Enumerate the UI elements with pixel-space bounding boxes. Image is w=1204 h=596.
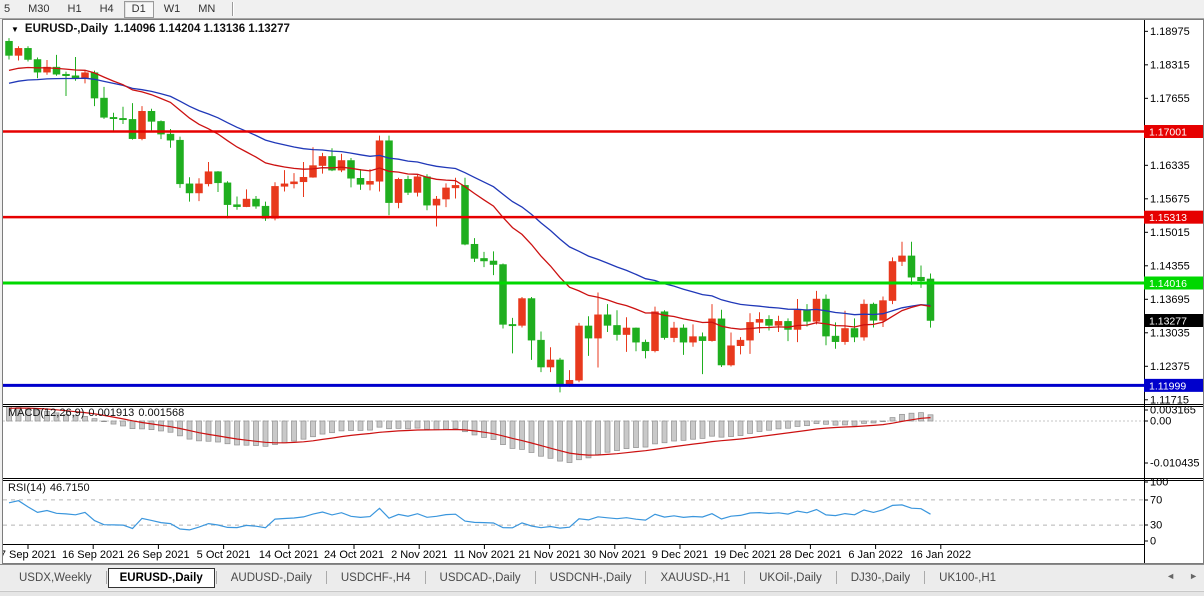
svg-text:14 Oct 2021: 14 Oct 2021 — [259, 549, 319, 561]
svg-text:24 Oct 2021: 24 Oct 2021 — [324, 549, 384, 561]
chart-tab-dj30-daily[interactable]: DJ30-,Daily — [838, 569, 923, 587]
chart-tab-xauusd-h1[interactable]: XAUUSD-,H1 — [647, 569, 743, 587]
rsi-indicator-label: RSI(14) 46.7150 — [8, 482, 94, 494]
svg-text:1.11999: 1.11999 — [1149, 380, 1186, 392]
svg-text:16 Jan 2022: 16 Jan 2022 — [911, 549, 972, 561]
timeframe-button-mn[interactable]: MN — [190, 1, 223, 18]
tab-separator — [645, 571, 646, 584]
chart-tab-usdcad-daily[interactable]: USDCAD-,Daily — [427, 569, 534, 587]
candlestick-series — [6, 38, 935, 392]
tab-separator — [326, 571, 327, 584]
svg-text:70: 70 — [1150, 495, 1162, 507]
rsi-pane — [3, 500, 1144, 530]
tab-scroll-right-icon[interactable]: ► — [1189, 570, 1198, 582]
svg-text:30: 30 — [1150, 520, 1162, 532]
tab-scroll-arrows: ◄ ► — [1166, 570, 1198, 582]
timeframe-button-w1[interactable]: W1 — [156, 1, 189, 18]
svg-text:7 Sep 2021: 7 Sep 2021 — [3, 549, 56, 561]
svg-text:21 Nov 2021: 21 Nov 2021 — [518, 549, 580, 561]
mt4-terminal: { "toolbar": { "timeframes": ["5","M30",… — [0, 0, 1204, 595]
timeframe-button-h1[interactable]: H1 — [60, 1, 90, 18]
svg-text:1.15015: 1.15015 — [1150, 227, 1190, 239]
ma-fast-line — [9, 68, 931, 330]
chart-ohlc-values: 1.14096 1.14204 1.13136 1.13277 — [114, 23, 290, 35]
chart-tab-audusd-daily[interactable]: AUDUSD-,Daily — [218, 569, 325, 587]
chart-tab-usdcnh-daily[interactable]: USDCNH-,Daily — [537, 569, 645, 587]
svg-text:1.16335: 1.16335 — [1150, 160, 1190, 172]
timeframe-button-h4[interactable]: H4 — [92, 1, 122, 18]
collapse-icon[interactable]: ▼ — [11, 25, 19, 34]
svg-text:1.17655: 1.17655 — [1150, 93, 1190, 105]
tab-separator — [535, 571, 536, 584]
svg-text:6 Jan 2022: 6 Jan 2022 — [848, 549, 902, 561]
tab-separator — [425, 571, 426, 584]
chart-tab-uk100-h1[interactable]: UK100-,H1 — [926, 569, 1009, 587]
svg-text:28 Dec 2021: 28 Dec 2021 — [779, 549, 841, 561]
svg-text:1.18315: 1.18315 — [1150, 59, 1190, 71]
chart-tab-ukoil-daily[interactable]: UKOil-,Daily — [746, 569, 835, 587]
price-pane — [3, 38, 1144, 392]
svg-text:19 Dec 2021: 19 Dec 2021 — [714, 549, 776, 561]
svg-text:5 Oct 2021: 5 Oct 2021 — [197, 549, 251, 561]
tab-scroll-left-icon[interactable]: ◄ — [1166, 570, 1175, 582]
timeframe-toolbar: 5M30H1H4D1W1MN — [0, 0, 1204, 19]
chart-window: 1.18975 1.18315 1.17655 1.16335 1.15675 1.150… — [2, 19, 1204, 564]
toolbar-separator — [232, 2, 234, 16]
svg-text:1.18975: 1.18975 — [1150, 26, 1190, 38]
date-axis: 7 Sep 2021 16 Sep 202126 Sep 2021 5 Oct 20… — [3, 545, 971, 562]
svg-text:16 Sep 2021: 16 Sep 2021 — [62, 549, 124, 561]
chart-symbol-period: EURUSD-,Daily — [25, 23, 108, 35]
svg-text:1.14016: 1.14016 — [1149, 278, 1187, 290]
svg-text:9 Dec 2021: 9 Dec 2021 — [652, 549, 708, 561]
timeframe-button-m30[interactable]: M30 — [20, 1, 57, 18]
macd-indicator-label: MACD(12,26,9) 0.001913 0.001568 — [8, 407, 188, 419]
rsi-value: 46.7150 — [50, 482, 90, 494]
macd-main-value: 0.001913 — [88, 407, 134, 419]
ma-slow-line — [9, 78, 931, 315]
timeframe-button-5[interactable]: 5 — [0, 1, 18, 18]
svg-text:-0.010435: -0.010435 — [1150, 458, 1200, 470]
tab-separator — [836, 571, 837, 584]
timeframe-button-d1[interactable]: D1 — [124, 1, 154, 18]
rsi-name: RSI(14) — [8, 482, 46, 494]
svg-text:2 Nov 2021: 2 Nov 2021 — [391, 549, 447, 561]
price-axis: 1.18975 1.18315 1.17655 1.16335 1.15675 1.150… — [1144, 20, 1203, 563]
svg-text:1.12375: 1.12375 — [1150, 361, 1190, 373]
chart-canvas[interactable]: 1.18975 1.18315 1.17655 1.16335 1.15675 1.150… — [3, 20, 1203, 563]
tab-separator — [216, 571, 217, 584]
status-strip — [0, 591, 1204, 596]
chart-tab-bar: USDX,WeeklyEURUSD-,DailyAUDUSD-,DailyUSD… — [0, 564, 1204, 590]
macd-name: MACD(12,26,9) — [8, 407, 84, 419]
svg-text:1.13277: 1.13277 — [1149, 316, 1187, 328]
chart-tab-usdchf-h4[interactable]: USDCHF-,H4 — [328, 569, 424, 587]
svg-text:1.15675: 1.15675 — [1150, 193, 1190, 205]
svg-text:1.13035: 1.13035 — [1150, 327, 1190, 339]
svg-text:0: 0 — [1150, 536, 1156, 548]
svg-text:1.15313: 1.15313 — [1149, 212, 1187, 224]
tab-separator — [106, 571, 107, 584]
svg-text:26 Sep 2021: 26 Sep 2021 — [127, 549, 189, 561]
svg-text:1.13695: 1.13695 — [1150, 294, 1190, 306]
svg-text:1.14355: 1.14355 — [1150, 260, 1190, 272]
macd-signal-value: 0.001568 — [138, 407, 184, 419]
tab-separator — [744, 571, 745, 584]
svg-text:100: 100 — [1150, 477, 1168, 489]
chart-tab-eurusd-daily[interactable]: EURUSD-,Daily — [108, 568, 215, 588]
svg-text:1.17001: 1.17001 — [1149, 127, 1187, 139]
svg-text:30 Nov 2021: 30 Nov 2021 — [584, 549, 646, 561]
svg-text:0.00: 0.00 — [1150, 416, 1171, 428]
chart-title: ▼ EURUSD-,Daily 1.14096 1.14204 1.13136 … — [11, 23, 290, 35]
svg-text:11 Nov 2021: 11 Nov 2021 — [454, 549, 516, 561]
tab-separator — [924, 571, 925, 584]
chart-tab-usdx-weekly[interactable]: USDX,Weekly — [6, 569, 105, 587]
